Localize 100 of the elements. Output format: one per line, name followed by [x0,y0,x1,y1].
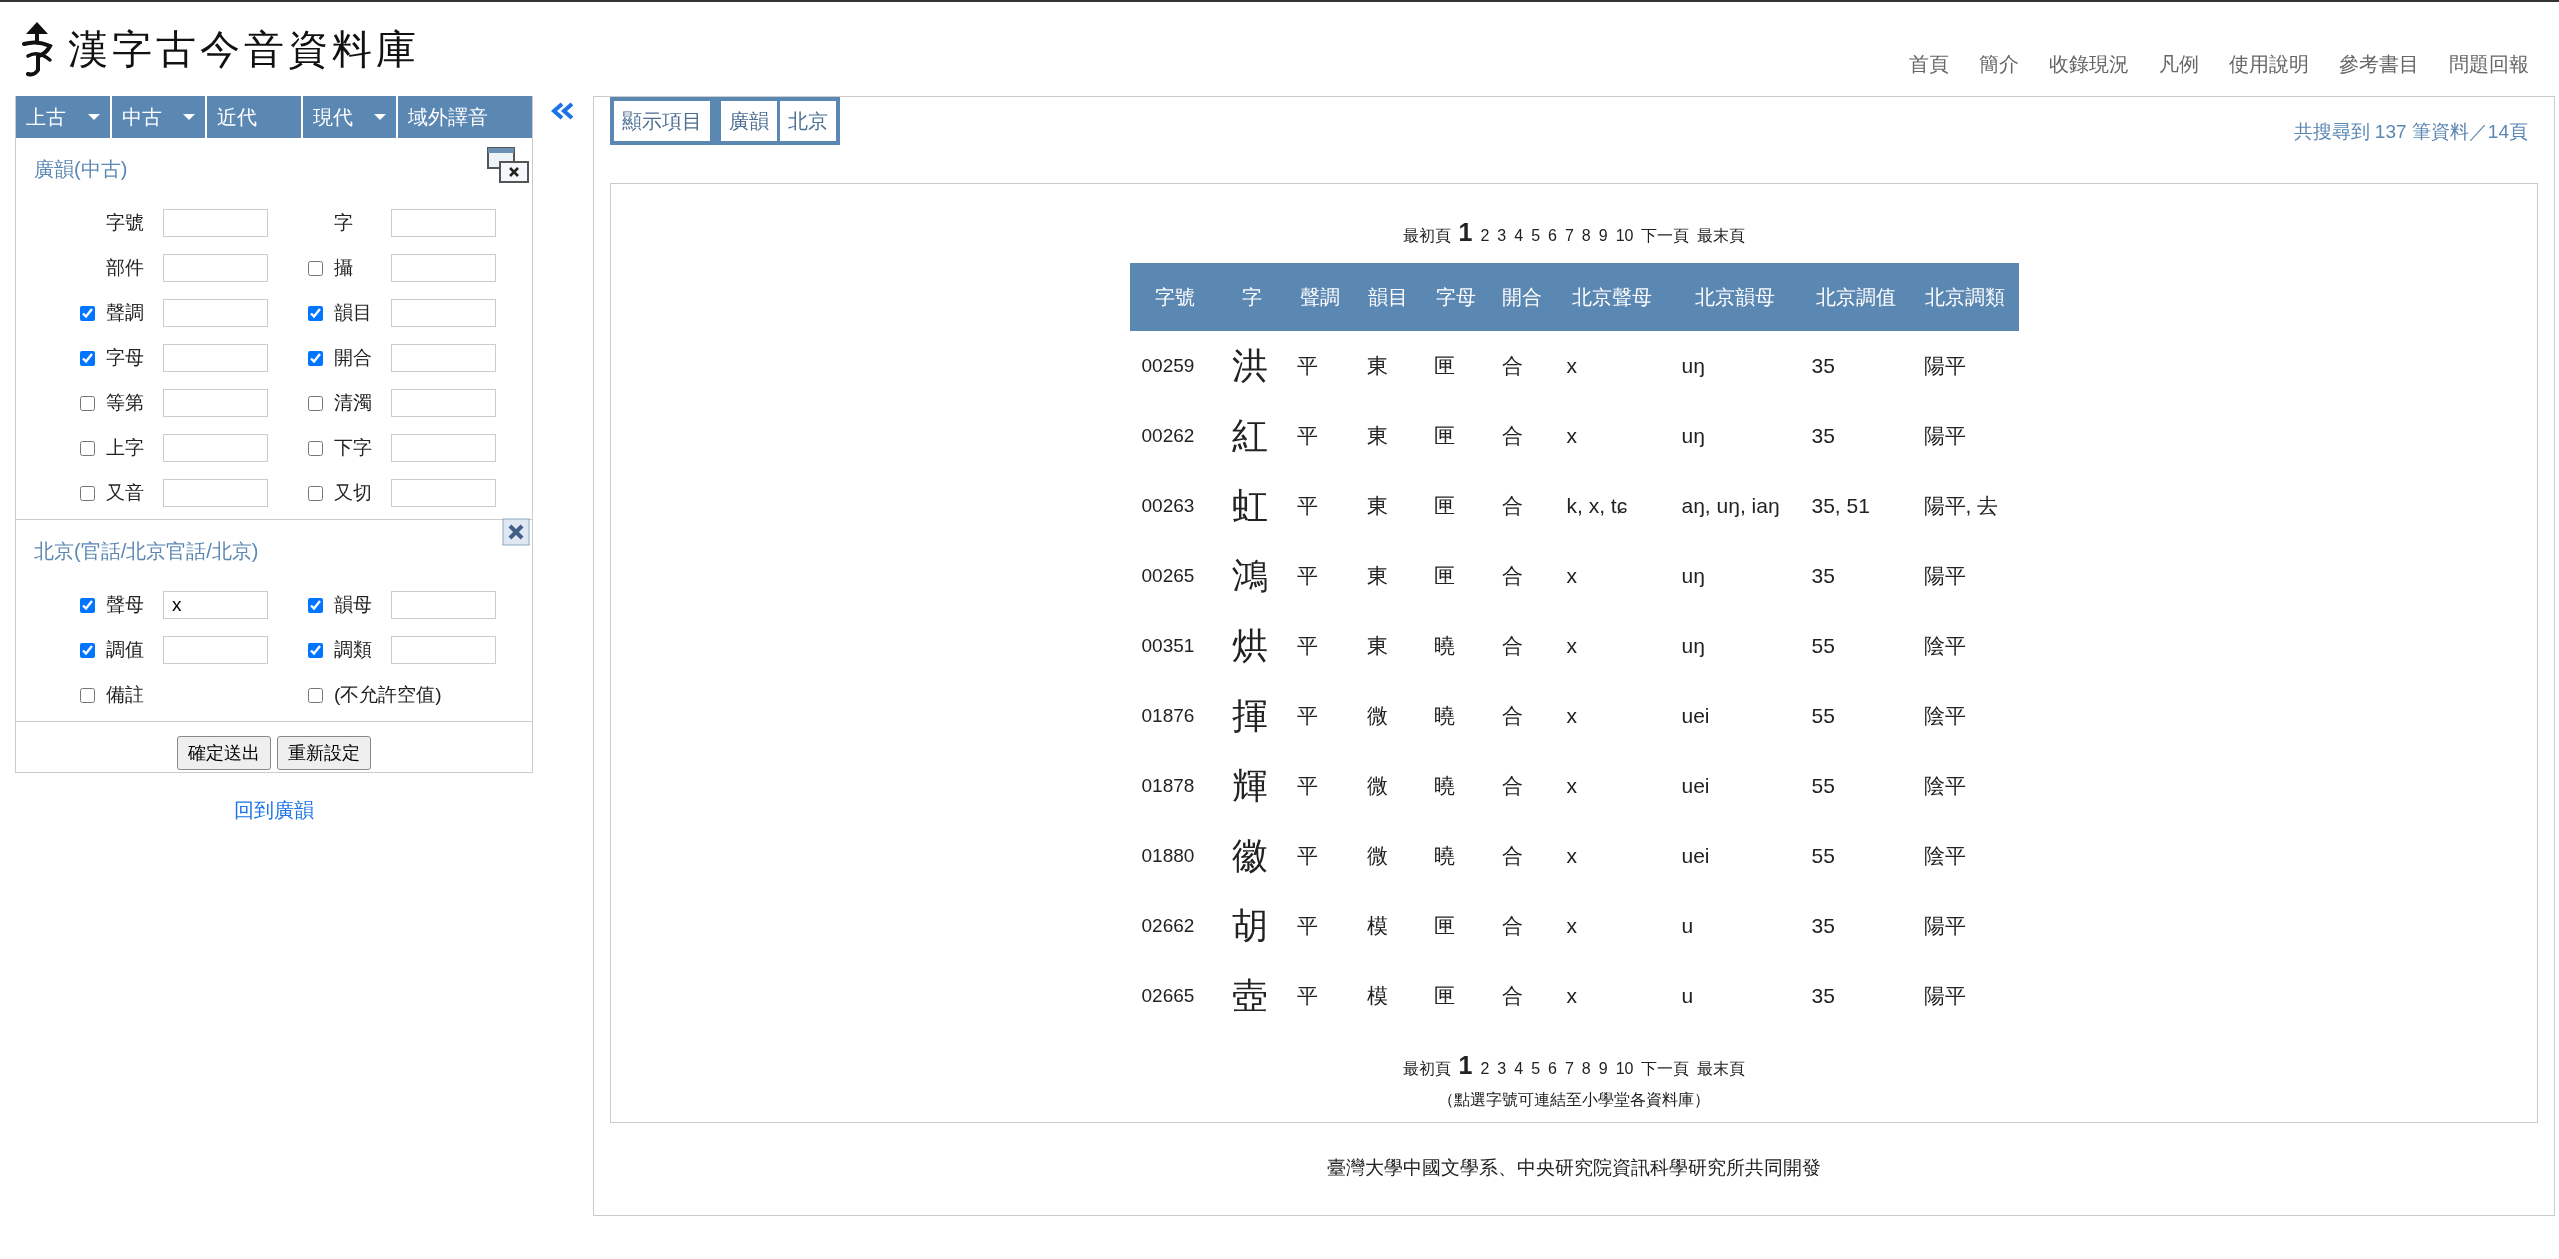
table-cell-text: 烘 [1230,624,1269,668]
page-link[interactable]: 5 [1531,227,1541,245]
checkbox[interactable] [80,350,95,366]
checkbox[interactable] [308,350,323,366]
table-cell-text: 陽平 [1922,563,1967,589]
page-link[interactable]: 5 [1531,1060,1541,1078]
page-link[interactable]: 3 [1497,227,1507,245]
page-link[interactable]: 7 [1564,227,1574,245]
page-link[interactable]: 6 [1548,227,1557,245]
input-field[interactable] [391,344,496,372]
input-field[interactable] [391,479,496,507]
input-field[interactable]: x [163,591,268,619]
table-cell-text: 徽 [1230,834,1269,878]
id-link[interactable]: 01878 [1129,751,1220,821]
id-link[interactable]: 00351 [1129,611,1220,681]
page-link[interactable]: 8 [1581,1060,1591,1078]
nav-link[interactable]: 收錄現況 [2049,51,2129,78]
column-header: 北京調類 [1911,263,2019,331]
display-tab[interactable]: 北京 [780,101,836,141]
first-page-link[interactable]: 最初頁 [1402,1059,1451,1080]
checkbox[interactable] [80,395,95,411]
input-field[interactable] [163,434,268,462]
reset-button[interactable]: 重新設定 [277,736,371,770]
checkbox[interactable] [80,305,95,321]
collapse-icon[interactable] [551,102,575,120]
period-tab[interactable]: 上古 [16,96,110,138]
submit-button[interactable]: 確定送出 [177,736,271,770]
page-link[interactable]: 1 [1458,1051,1473,1080]
input-field[interactable] [163,636,268,664]
input-field[interactable] [163,299,268,327]
id-link[interactable]: 00262 [1129,401,1220,471]
checkbox[interactable] [80,597,95,613]
checkbox[interactable] [308,687,323,703]
table-cell-text: uŋ [1680,563,1706,589]
display-button[interactable]: 顯示項目 [614,101,710,141]
page-link[interactable]: 9 [1598,1060,1608,1078]
input-field[interactable] [163,254,268,282]
checkbox[interactable] [308,485,323,501]
input-field[interactable] [163,389,268,417]
page-link[interactable]: 10 [1615,227,1634,245]
nav-link[interactable]: 使用說明 [2229,51,2309,78]
id-link[interactable]: 00265 [1129,541,1220,611]
period-tab[interactable]: 近代 [207,96,301,138]
nav-link[interactable]: 簡介 [1979,51,2019,78]
page-link[interactable]: 6 [1548,1060,1557,1078]
checkbox[interactable] [308,642,323,658]
page-link[interactable]: 7 [1564,1060,1574,1078]
input-field[interactable] [163,479,268,507]
page-link[interactable]: 10 [1615,1060,1634,1078]
input-field[interactable] [163,344,268,372]
checkbox[interactable] [80,642,95,658]
input-field[interactable] [391,591,496,619]
checkbox[interactable] [80,440,95,456]
input-field[interactable] [391,389,496,417]
next-page-link[interactable]: 下一頁 [1641,226,1690,247]
checkbox[interactable] [80,687,95,703]
table-cell-text: 平 [1295,633,1319,659]
back-link[interactable]: 回到廣韻 [234,797,314,824]
id-link[interactable]: 00259 [1129,331,1220,401]
id-link[interactable]: 00263 [1129,471,1220,541]
input-field[interactable] [391,209,496,237]
checkbox[interactable] [308,597,323,613]
period-tab[interactable]: 現代 [302,96,397,138]
input-field[interactable] [391,299,496,327]
id-link[interactable]: 02662 [1129,891,1220,961]
close-all-icon[interactable] [486,146,530,186]
nav-link[interactable]: 問題回報 [2449,51,2529,78]
id-link[interactable]: 01876 [1129,681,1220,751]
checkbox[interactable] [80,485,95,501]
page-link[interactable]: 9 [1598,227,1608,245]
period-tab[interactable]: 中古 [111,96,206,138]
display-tab[interactable]: 廣韻 [721,101,777,141]
page-link[interactable]: 1 [1458,218,1473,247]
nav-link[interactable]: 參考書目 [2339,51,2419,78]
page-link[interactable]: 8 [1581,227,1591,245]
checkbox[interactable] [308,440,323,456]
table-cell-text: 合 [1500,913,1524,939]
page-link[interactable]: 2 [1480,1060,1490,1078]
id-link[interactable]: 01880 [1129,821,1220,891]
period-tab[interactable]: 域外譯音 [398,96,532,138]
last-page-link[interactable]: 最末頁 [1697,1059,1746,1080]
table-cell-text: 合 [1500,843,1524,869]
close-icon[interactable] [502,518,530,546]
checkbox[interactable] [308,395,323,411]
input-field[interactable] [391,636,496,664]
input-field[interactable] [163,209,268,237]
input-field[interactable] [391,434,496,462]
nav-link[interactable]: 首頁 [1909,51,1949,78]
page-link[interactable]: 2 [1480,227,1490,245]
nav-link[interactable]: 凡例 [2159,51,2199,78]
page-link[interactable]: 3 [1497,1060,1507,1078]
checkbox[interactable] [308,260,323,276]
checkbox[interactable] [308,305,323,321]
id-link[interactable]: 02665 [1129,961,1220,1031]
page-link[interactable]: 4 [1514,1060,1524,1078]
last-page-link[interactable]: 最末頁 [1697,226,1746,247]
first-page-link[interactable]: 最初頁 [1402,226,1451,247]
input-field[interactable] [391,254,496,282]
next-page-link[interactable]: 下一頁 [1641,1059,1690,1080]
page-link[interactable]: 4 [1514,227,1524,245]
